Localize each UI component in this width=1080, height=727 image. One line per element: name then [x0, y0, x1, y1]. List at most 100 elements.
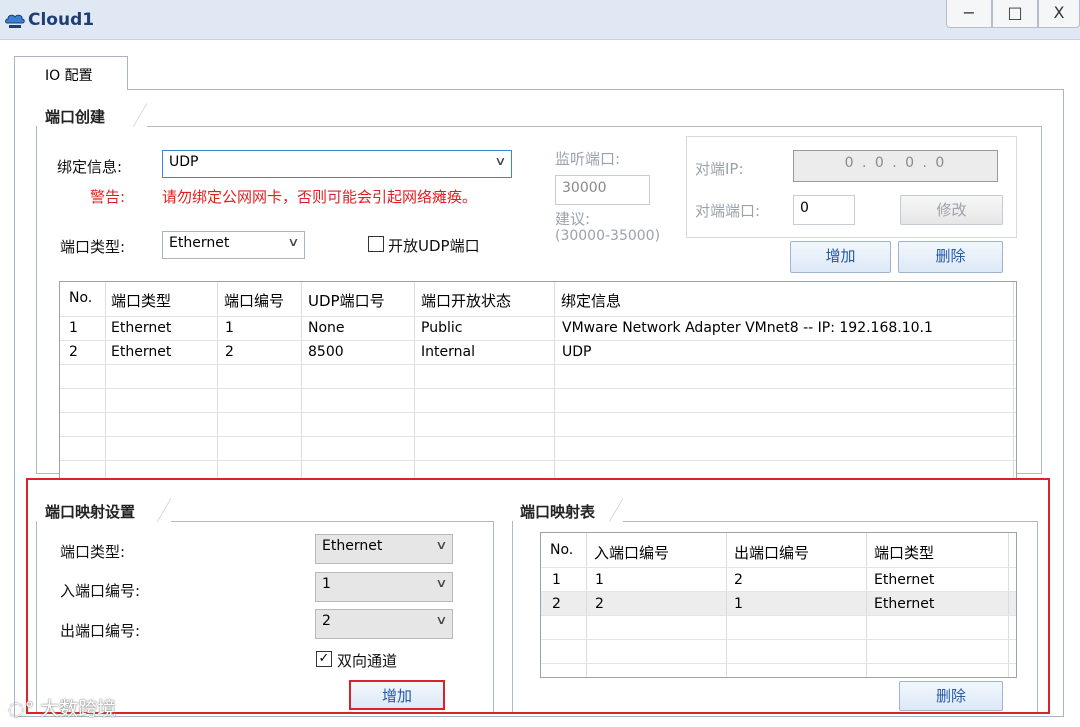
- watermark: ◌° 大数跨境: [8, 694, 116, 721]
- cell-port-type: Ethernet: [874, 572, 935, 588]
- out-port-value: 2: [322, 613, 331, 629]
- cell-open-state: Internal: [421, 344, 475, 360]
- delete-port-button[interactable]: 删除: [898, 241, 1003, 273]
- add-port-button[interactable]: 增加: [790, 241, 891, 273]
- chevron-down-icon: ∨: [435, 613, 448, 627]
- table-row-line: [60, 436, 1016, 437]
- table-row-line: [541, 567, 1016, 568]
- port-type-select[interactable]: Ethernet ∨: [162, 231, 305, 259]
- chevron-down-icon: ∨: [494, 154, 507, 168]
- table-column-divider: [726, 533, 727, 677]
- cell-bind-info: VMware Network Adapter VMnet8 -- IP: 192…: [562, 320, 933, 336]
- cell-port-type: Ethernet: [874, 596, 935, 612]
- table-row-line: [60, 316, 1016, 317]
- port-type-label: 端口类型:: [60, 238, 126, 256]
- mapping-port-type-value: Ethernet: [322, 538, 383, 554]
- map-col-header-port-type[interactable]: 端口类型: [874, 542, 934, 563]
- table-row-line: [541, 663, 1016, 664]
- listen-port-label: 监听端口:: [555, 150, 621, 168]
- bind-info-select[interactable]: UDP ∨: [162, 150, 512, 178]
- close-icon: X: [1053, 3, 1065, 22]
- col-header-open-state[interactable]: 端口开放状态: [421, 290, 511, 311]
- maximize-button[interactable]: □: [992, 0, 1038, 28]
- cell-no: 2: [552, 596, 561, 612]
- cell-in-port: 1: [595, 572, 604, 588]
- close-button[interactable]: X: [1038, 0, 1080, 28]
- port-create-title: 端口创建: [37, 103, 147, 127]
- selected-row-bg: [541, 591, 1016, 615]
- in-port-value: 1: [322, 576, 331, 592]
- mapping-port-type-label: 端口类型:: [60, 543, 126, 561]
- col-header-no[interactable]: No.: [69, 290, 92, 306]
- bidirectional-checkbox[interactable]: ✓: [316, 651, 332, 667]
- chevron-down-icon: ∨: [287, 235, 300, 249]
- cloud-network-icon: [5, 14, 25, 28]
- col-header-bind-info[interactable]: 绑定信息: [561, 290, 621, 311]
- peer-ip-input[interactable]: 0 . 0 . 0 . 0: [793, 150, 998, 182]
- table-column-divider: [414, 282, 415, 478]
- chevron-down-icon: ∨: [435, 538, 448, 552]
- cell-udp-port: None: [308, 320, 345, 336]
- map-col-header-in-port[interactable]: 入端口编号: [594, 542, 669, 563]
- in-port-select[interactable]: 1 ∨: [315, 572, 453, 602]
- table-column-divider: [554, 282, 555, 478]
- table-row-line: [541, 639, 1016, 640]
- tab-io-config[interactable]: IO 配置: [14, 56, 128, 90]
- maximize-icon: □: [1007, 3, 1023, 22]
- in-port-label: 入端口编号:: [60, 582, 141, 600]
- cell-port-type: Ethernet: [111, 320, 172, 336]
- suggest-range: (30000-35000): [555, 228, 661, 244]
- cell-no: 1: [552, 572, 561, 588]
- table-column-divider: [866, 533, 867, 677]
- table-column-divider: [217, 282, 218, 478]
- port-type-value: Ethernet: [169, 235, 230, 251]
- col-header-udp-port[interactable]: UDP端口号: [308, 290, 385, 311]
- bidirectional-label: 双向通道: [337, 652, 398, 670]
- modify-button[interactable]: 修改: [900, 195, 1003, 225]
- cell-out-port: 1: [734, 596, 743, 612]
- cell-udp-port: 8500: [308, 344, 344, 360]
- cell-open-state: Public: [421, 320, 463, 336]
- cell-port-number: 1: [225, 320, 234, 336]
- cell-out-port: 2: [734, 572, 743, 588]
- peer-port-label: 对端端口:: [695, 202, 761, 220]
- add-mapping-button[interactable]: 增加: [350, 681, 444, 709]
- chevron-down-icon: ∨: [435, 576, 448, 590]
- open-udp-label: 开放UDP端口: [388, 237, 480, 255]
- table-column-divider: [1008, 533, 1009, 677]
- table-column-divider: [1013, 282, 1014, 478]
- peer-ip-label: 对端IP:: [695, 160, 744, 178]
- cell-bind-info: UDP: [562, 344, 592, 360]
- table-row-line: [60, 340, 1016, 341]
- bind-info-value: UDP: [169, 154, 199, 170]
- map-col-header-out-port[interactable]: 出端口编号: [734, 542, 809, 563]
- table-row-line: [60, 412, 1016, 413]
- col-header-port-type[interactable]: 端口类型: [111, 290, 171, 311]
- table-row-line: [60, 388, 1016, 389]
- warning-label: 警告:: [90, 188, 126, 206]
- listen-port-input[interactable]: 30000: [555, 175, 650, 205]
- col-header-port-number[interactable]: 端口编号: [224, 290, 284, 311]
- mapping-table: No. 入端口编号 出端口编号 端口类型 1 1 2 Ethernet 2 2 …: [540, 532, 1017, 678]
- warning-text: 请勿绑定公网网卡，否则可能会引起网络瘫痪。: [162, 188, 478, 206]
- table-row-line: [60, 460, 1016, 461]
- mapping-table-title: 端口映射表: [513, 498, 623, 522]
- cell-in-port: 2: [595, 596, 604, 612]
- table-row-line: [541, 591, 1016, 592]
- delete-mapping-button[interactable]: 删除: [899, 681, 1003, 711]
- table-row-line: [541, 615, 1016, 616]
- cell-no: 2: [69, 344, 78, 360]
- suggest-label: 建议:: [555, 210, 591, 228]
- title-bar: [0, 0, 1080, 40]
- mapping-settings-title: 端口映射设置: [37, 498, 171, 522]
- table-column-divider: [301, 282, 302, 478]
- peer-port-input[interactable]: 0: [793, 195, 855, 225]
- out-port-select[interactable]: 2 ∨: [315, 609, 453, 639]
- table-column-divider: [105, 282, 106, 478]
- open-udp-checkbox[interactable]: [368, 236, 384, 252]
- map-col-header-no[interactable]: No.: [550, 542, 573, 558]
- out-port-label: 出端口编号:: [60, 622, 141, 640]
- cell-no: 1: [69, 320, 78, 336]
- minimize-button[interactable]: −: [946, 0, 992, 28]
- mapping-port-type-select[interactable]: Ethernet ∨: [315, 534, 453, 564]
